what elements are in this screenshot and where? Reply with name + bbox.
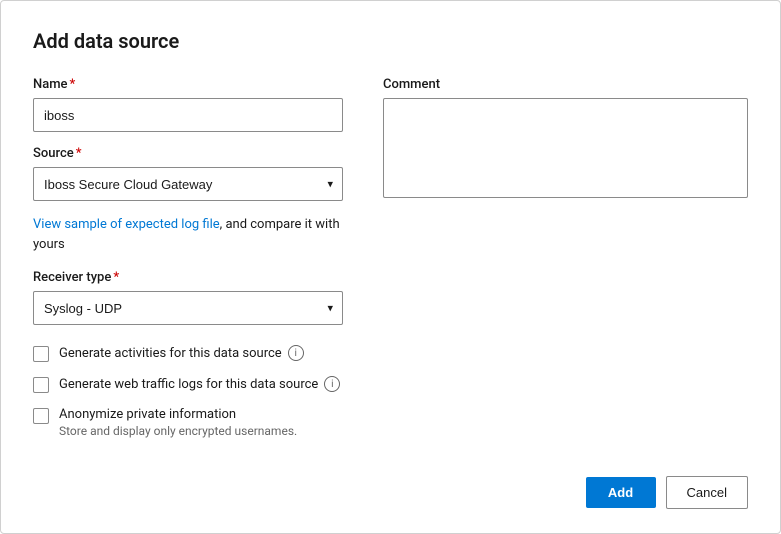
name-field-group: Name* xyxy=(33,77,343,132)
receiver-field-group: Receiver type* Syslog - UDP Syslog - TCP… xyxy=(33,270,343,325)
checkbox-group-activities: Generate activities for this data source… xyxy=(33,345,343,362)
receiver-select-wrapper: Syslog - UDP Syslog - TCP FTP ▾ xyxy=(33,291,343,325)
add-data-source-dialog: Add data source Name* Source* Iboss Secu… xyxy=(0,0,781,534)
add-button[interactable]: Add xyxy=(586,477,656,508)
right-column: Comment xyxy=(383,77,748,452)
dialog-title: Add data source xyxy=(33,29,748,53)
receiver-label: Receiver type* xyxy=(33,270,343,285)
cancel-button[interactable]: Cancel xyxy=(666,476,748,509)
info-icon-web-traffic: i xyxy=(324,376,340,392)
name-label: Name* xyxy=(33,77,343,92)
receiver-select[interactable]: Syslog - UDP Syslog - TCP FTP xyxy=(33,291,343,325)
checkbox-web-traffic-label[interactable]: Generate web traffic logs for this data … xyxy=(59,376,340,392)
source-label: Source* xyxy=(33,146,343,161)
checkbox-web-traffic[interactable] xyxy=(33,377,49,393)
info-icon-activities: i xyxy=(288,345,304,361)
checkbox-activities-label[interactable]: Generate activities for this data source… xyxy=(59,345,304,361)
checkbox-group-anonymize: Anonymize private information Store and … xyxy=(33,407,343,438)
comment-label: Comment xyxy=(383,77,748,92)
checkboxes-section: Generate activities for this data source… xyxy=(33,345,343,452)
checkbox-anonymize-label[interactable]: Anonymize private information xyxy=(59,407,297,422)
checkbox-group-web-traffic: Generate web traffic logs for this data … xyxy=(33,376,343,393)
footer-row: Add Cancel xyxy=(33,476,748,509)
left-column: Name* Source* Iboss Secure Cloud Gateway… xyxy=(33,77,343,452)
name-input[interactable] xyxy=(33,98,343,132)
checkbox-anonymize[interactable] xyxy=(33,408,49,424)
source-select-wrapper: Iboss Secure Cloud Gateway ▾ xyxy=(33,167,343,201)
view-sample-link[interactable]: View sample of expected log file xyxy=(33,217,220,232)
comment-field-group: Comment xyxy=(383,77,748,202)
log-link-container: View sample of expected log file, and co… xyxy=(33,215,343,254)
source-field-group: Source* Iboss Secure Cloud Gateway ▾ xyxy=(33,146,343,201)
comment-textarea[interactable] xyxy=(383,98,748,198)
source-select[interactable]: Iboss Secure Cloud Gateway xyxy=(33,167,343,201)
content-row: Name* Source* Iboss Secure Cloud Gateway… xyxy=(33,77,748,452)
checkbox-activities[interactable] xyxy=(33,346,49,362)
checkbox-anonymize-sublabel: Store and display only encrypted usernam… xyxy=(59,424,297,438)
